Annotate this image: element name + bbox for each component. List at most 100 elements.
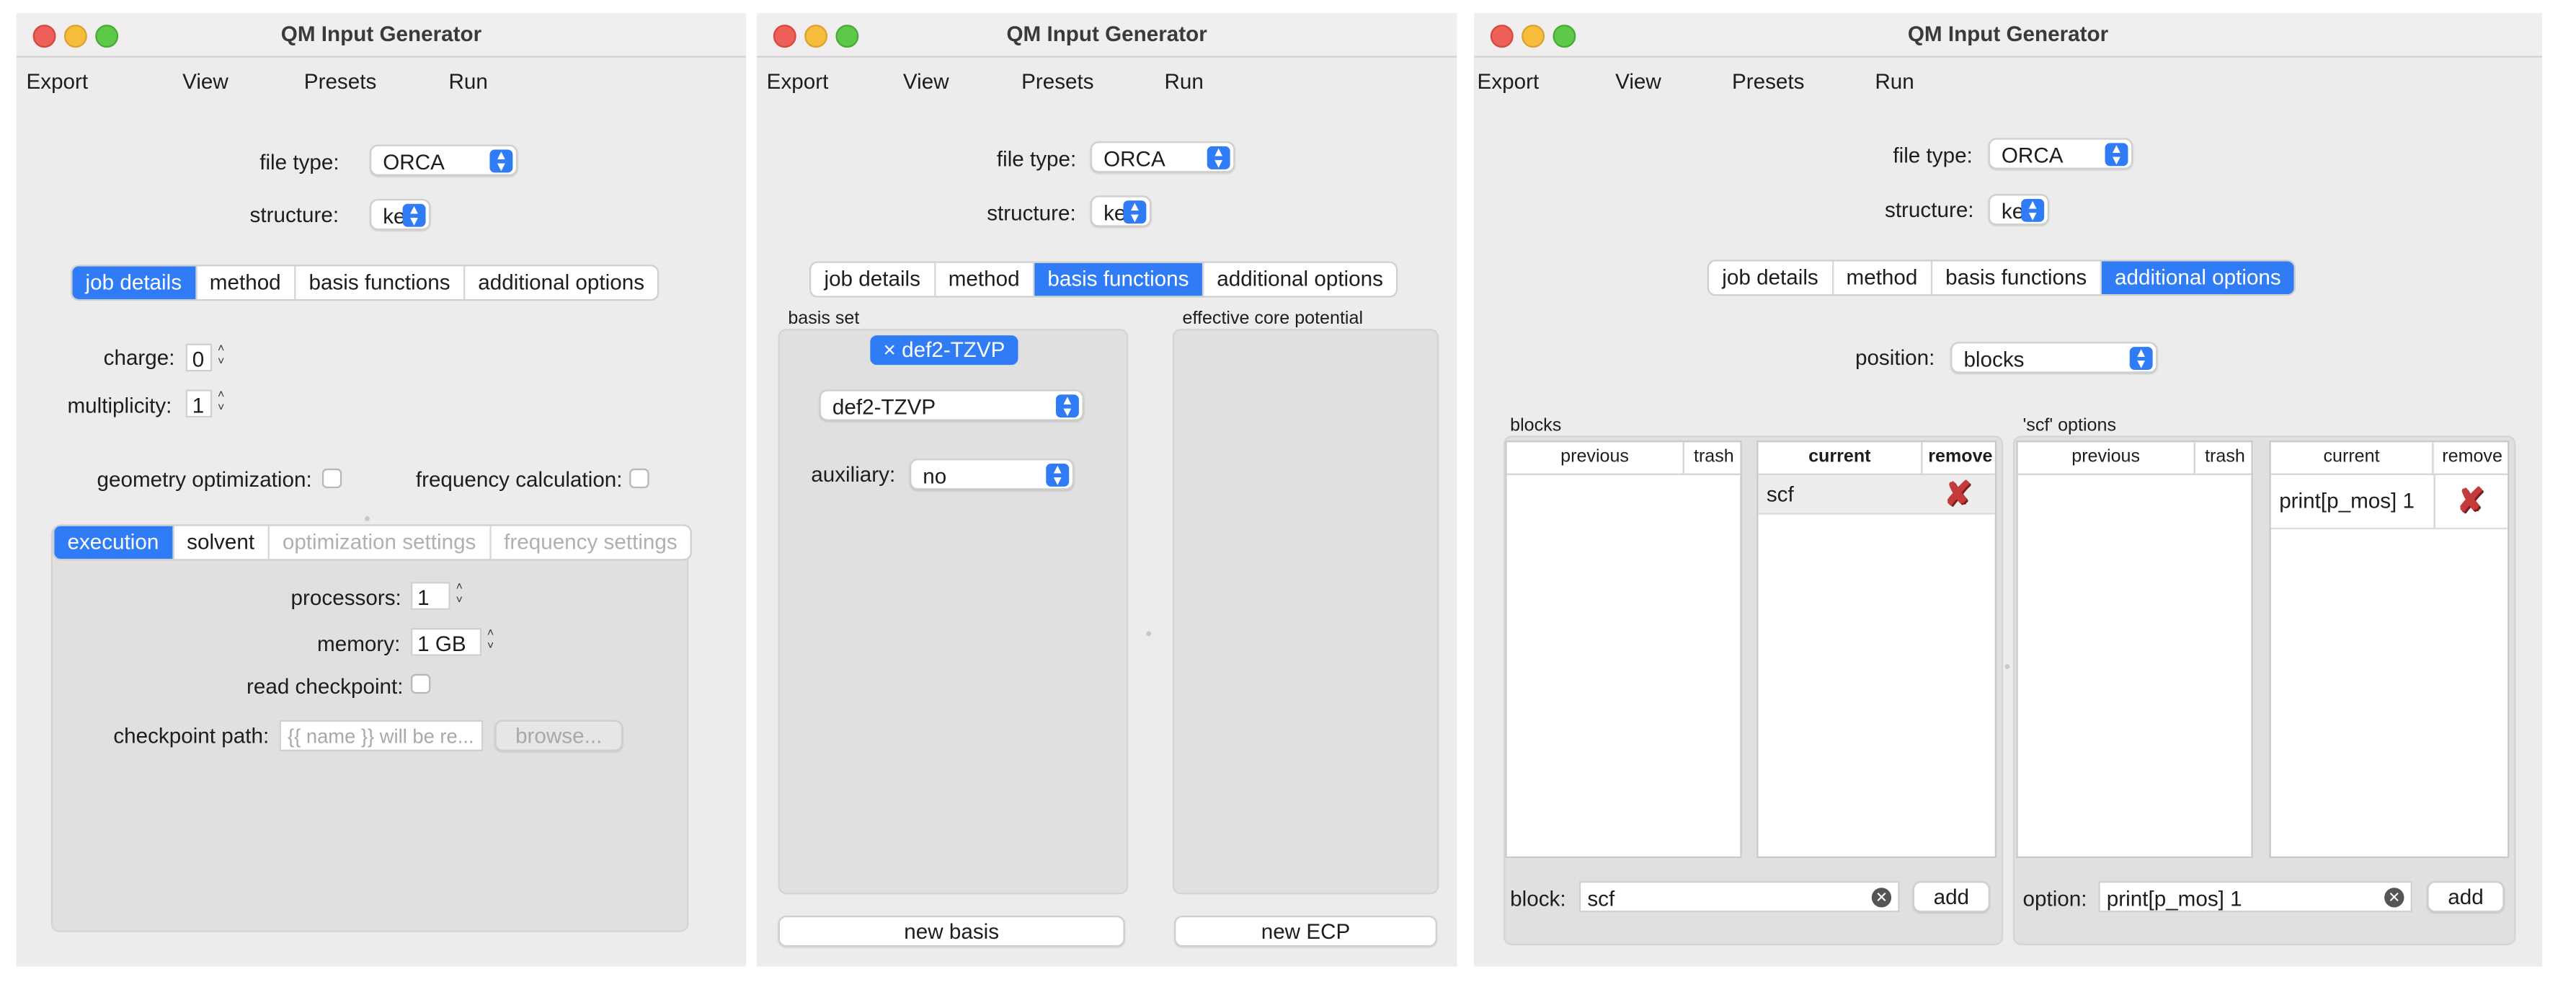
position-label: position: (1855, 345, 1935, 370)
window-basis-functions: QM Input Generator Export View Presets R… (757, 0, 1457, 982)
menu-view[interactable]: View (182, 69, 228, 94)
block-input[interactable]: scf ✕ (1578, 881, 1900, 913)
file-type-select[interactable]: ORCA ▲ ▼ (1988, 138, 2133, 169)
basis-set-select[interactable]: def2-TZVP ▲ ▼ (819, 389, 1084, 421)
structure-select[interactable]: ke ▲ ▼ (370, 198, 431, 231)
auxiliary-select[interactable]: no ▲ ▼ (910, 459, 1075, 490)
subtab-execution[interactable]: execution (54, 526, 174, 559)
menu-presets[interactable]: Presets (1021, 69, 1093, 94)
column-header-trash[interactable]: trash (1684, 442, 1741, 473)
options-previous-table[interactable]: previous trash (2016, 441, 2253, 859)
scf-options-label: 'scf' options (2022, 415, 2117, 436)
option-input-label: option: (2022, 885, 2087, 911)
close-icon[interactable]: × (884, 337, 896, 361)
subtab-solvent[interactable]: solvent (174, 526, 270, 559)
processors-stepper[interactable]: ˄ ˅ (452, 582, 467, 610)
frequency-calculation-checkbox[interactable] (629, 468, 649, 489)
menu-run[interactable]: Run (1164, 69, 1203, 94)
column-header-remove[interactable]: remove (2434, 442, 2508, 473)
tab-job-details[interactable]: job details (72, 266, 197, 299)
table-row[interactable]: scf ✘ (1758, 474, 1995, 515)
menu-run[interactable]: Run (1875, 69, 1914, 94)
tab-additional-options[interactable]: additional options (1204, 263, 1396, 296)
memory-input[interactable]: 1 GB (411, 627, 482, 656)
tab-basis-functions[interactable]: basis functions (296, 266, 466, 299)
block-input-value: scf (1587, 885, 1615, 911)
splitter-handle[interactable] (1146, 631, 1152, 637)
title-bar: QM Input Generator (1474, 13, 2542, 58)
tab-job-details[interactable]: job details (1709, 261, 1834, 295)
menu-export[interactable]: Export (1478, 69, 1540, 94)
title-bar: QM Input Generator (757, 13, 1457, 58)
menu-export[interactable]: Export (767, 69, 829, 94)
auxiliary-value: no (923, 463, 947, 489)
new-ecp-button[interactable]: new ECP (1174, 915, 1437, 947)
browse-button: browse... (494, 720, 623, 751)
remove-icon[interactable]: ✘ (2456, 480, 2484, 521)
chevron-updown-icon: ▲ ▼ (489, 149, 513, 174)
column-header-remove[interactable]: remove (1922, 442, 1994, 473)
tab-basis-functions[interactable]: basis functions (1932, 261, 2102, 295)
main-tabs: job details method basis functions addit… (809, 261, 1398, 298)
blocks-current-table[interactable]: current remove scf ✘ (1756, 441, 1997, 859)
ecp-panel (1172, 329, 1439, 895)
column-header-current[interactable]: current (1758, 442, 1923, 474)
tab-method[interactable]: method (197, 266, 296, 299)
menu-presets[interactable]: Presets (1732, 69, 1804, 94)
structure-select[interactable]: ke ▲ ▼ (1988, 194, 2049, 226)
splitter-handle[interactable] (2004, 664, 2010, 669)
table-row[interactable]: print[p_mos] 1 ✘ (2270, 474, 2508, 530)
auxiliary-label: auxiliary: (811, 461, 896, 487)
column-header-current[interactable]: current (2271, 442, 2434, 474)
column-header-trash[interactable]: trash (2195, 442, 2252, 473)
multiplicity-label: multiplicity: (67, 392, 172, 418)
splitter-handle[interactable] (365, 516, 370, 521)
file-type-select[interactable]: ORCA ▲ ▼ (370, 144, 518, 176)
menu-view[interactable]: View (1615, 69, 1661, 94)
tab-method[interactable]: method (1833, 261, 1932, 295)
tab-job-details[interactable]: job details (811, 262, 936, 296)
structure-select[interactable]: ke ▲ ▼ (1090, 195, 1152, 227)
charge-input[interactable]: 0 (185, 343, 213, 372)
clear-icon[interactable]: ✕ (1871, 888, 1892, 908)
blocks-previous-table[interactable]: previous trash (1505, 441, 1742, 859)
tab-basis-functions[interactable]: basis functions (1034, 262, 1204, 296)
menu-run[interactable]: Run (448, 69, 487, 94)
subtab-frequency-settings: frequency settings (504, 529, 678, 554)
memory-label: memory: (317, 631, 401, 656)
remove-icon[interactable]: ✘ (1944, 474, 1971, 515)
structure-label: structure: (249, 202, 339, 227)
column-header-previous[interactable]: previous (2018, 442, 2195, 474)
window-title: QM Input Generator (280, 21, 482, 46)
new-basis-button[interactable]: new basis (778, 915, 1125, 947)
menu-view[interactable]: View (903, 69, 949, 94)
checkpoint-path-label: checkpoint path: (113, 723, 270, 748)
basis-set-value: def2-TZVP (832, 394, 936, 420)
chevron-updown-icon: ▲ ▼ (2105, 142, 2128, 167)
add-option-button[interactable]: add (2427, 881, 2505, 913)
multiplicity-stepper[interactable]: ˄ ˅ (213, 389, 228, 417)
menu-export[interactable]: Export (26, 69, 88, 94)
tab-additional-options[interactable]: additional options (465, 266, 657, 299)
option-input[interactable]: print[p_mos] 1 ✕ (2098, 881, 2412, 913)
processors-input[interactable]: 1 (411, 582, 450, 610)
memory-stepper[interactable]: ˄ ˅ (483, 628, 498, 656)
clear-icon[interactable]: ✕ (2384, 888, 2404, 908)
multiplicity-input[interactable]: 1 (185, 389, 213, 418)
tab-method[interactable]: method (935, 262, 1035, 296)
tab-additional-options[interactable]: additional options (2101, 261, 2295, 295)
read-checkpoint-checkbox[interactable] (411, 673, 431, 694)
basis-tag[interactable]: × def2-TZVP (870, 335, 1018, 366)
menu-presets[interactable]: Presets (304, 69, 376, 94)
charge-stepper[interactable]: ˄ ˅ (213, 344, 228, 372)
chevron-updown-icon: ▲ ▼ (2021, 198, 2045, 223)
checkpoint-path-field[interactable]: {{ name }} will be re... (279, 720, 484, 751)
position-select[interactable]: blocks ▲ ▼ (1950, 342, 2158, 373)
add-block-button[interactable]: add (1912, 881, 1990, 913)
geometry-optimization-checkbox[interactable] (321, 468, 342, 489)
options-current-table[interactable]: current remove print[p_mos] 1 ✘ (2269, 441, 2510, 859)
sub-tabs: execution solvent optimization settings … (52, 524, 693, 561)
column-header-previous[interactable]: previous (1507, 442, 1684, 474)
file-type-select[interactable]: ORCA ▲ ▼ (1090, 141, 1235, 173)
checkpoint-path-placeholder: {{ name }} will be re... (288, 725, 474, 748)
